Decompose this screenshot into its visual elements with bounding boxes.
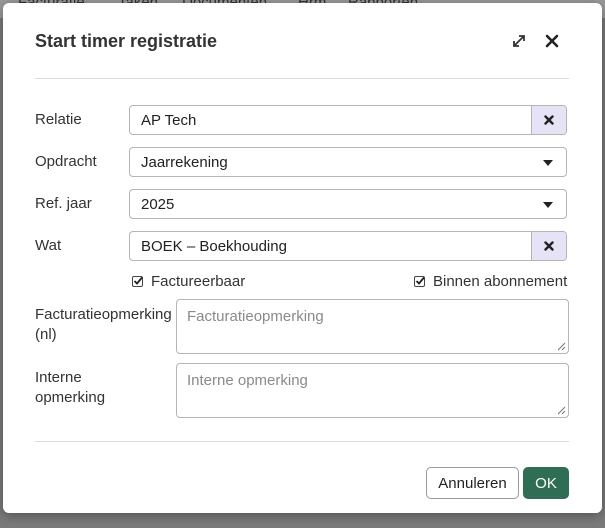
timer-registration-dialog: Start timer registratie Relatie AP Tech … <box>3 3 602 513</box>
relatie-label: Relatie <box>35 111 82 128</box>
factureerbaar-label: Factureerbaar <box>151 273 246 290</box>
facturatieopmerking-placeholder: Facturatieopmerking <box>187 308 324 325</box>
check-icon <box>132 276 143 287</box>
ref-jaar-label: Ref. jaar <box>35 195 92 212</box>
cancel-button[interactable]: Annuleren <box>426 467 519 499</box>
ref-jaar-select[interactable]: 2025 <box>129 189 567 219</box>
wat-value: BOEK – Boekhouding <box>141 238 287 255</box>
interne-opmerking-placeholder: Interne opmerking <box>187 372 308 389</box>
resize-handle-icon[interactable] <box>557 342 566 351</box>
resize-handle-icon[interactable] <box>557 406 566 415</box>
wat-clear-button[interactable] <box>531 232 566 260</box>
binnen-abonnement-label: Binnen abonnement <box>433 273 568 290</box>
relatie-value: AP Tech <box>141 112 197 129</box>
opdracht-label: Opdracht <box>35 153 97 170</box>
footer-divider <box>35 441 569 442</box>
interne-opmerking-label-line2: opmerking <box>35 389 106 406</box>
interne-opmerking-label: Interne opmerking <box>35 368 105 408</box>
wat-field[interactable]: BOEK – Boekhouding <box>129 231 567 261</box>
facturatieopmerking-label: Facturatieopmerking (nl) <box>35 305 172 345</box>
caret-down-icon <box>543 160 553 166</box>
close-icon[interactable] <box>542 31 562 51</box>
ref-jaar-value: 2025 <box>141 196 175 213</box>
opdracht-value: Jaarrekening <box>141 154 228 171</box>
clear-icon <box>544 115 554 125</box>
caret-down-icon <box>543 202 553 208</box>
expand-icon[interactable] <box>509 31 529 51</box>
interne-opmerking-label-line1: Interne <box>35 369 82 386</box>
opdracht-select[interactable]: Jaarrekening <box>129 147 567 177</box>
relatie-field[interactable]: AP Tech <box>129 105 567 135</box>
facturatieopmerking-textarea[interactable]: Facturatieopmerking <box>176 299 569 354</box>
interne-opmerking-textarea[interactable]: Interne opmerking <box>176 363 569 418</box>
binnen-abonnement-checkbox[interactable]: Binnen abonnement <box>414 273 567 290</box>
facturatieopmerking-label-line2: (nl) <box>35 326 57 343</box>
factureerbaar-checkbox[interactable]: Factureerbaar <box>132 273 245 290</box>
clear-icon <box>544 241 554 251</box>
dialog-title: Start timer registratie <box>35 31 218 51</box>
wat-label: Wat <box>35 237 62 254</box>
facturatieopmerking-label-line1: Facturatieopmerking <box>35 306 172 323</box>
relatie-clear-button[interactable] <box>531 106 566 134</box>
header-divider <box>35 78 569 79</box>
ok-button[interactable]: OK <box>523 467 569 499</box>
check-icon <box>414 276 425 287</box>
